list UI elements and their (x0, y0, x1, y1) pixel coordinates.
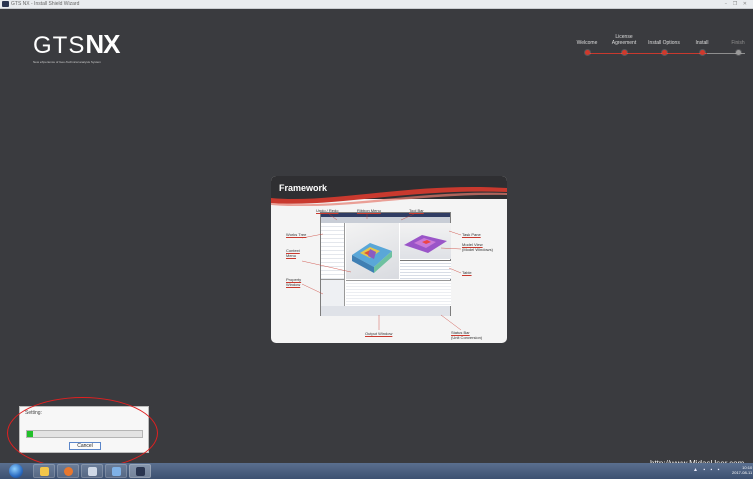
step-install-options: Install Options (644, 26, 684, 55)
step-dot (584, 50, 590, 55)
taskbar-installer[interactable] (129, 464, 151, 478)
windows-taskbar: ▲ ▪ ▪ ▪ 10:10 2017-08-11 (0, 463, 753, 479)
callout-status-bar-sub: (Unit Conversion) (451, 335, 483, 340)
system-tray[interactable]: ▲ ▪ ▪ ▪ (693, 467, 721, 473)
callout-undo-redo: Undo / Redo (316, 208, 339, 213)
taskbar-setup[interactable] (81, 464, 103, 478)
step-dot (661, 50, 667, 55)
progress-dialog: Setting: Cancel (19, 406, 149, 453)
logo-nx: NX (85, 29, 120, 59)
taskbar-app[interactable] (105, 464, 127, 478)
callout-output-window: Output Window (365, 331, 393, 336)
app-icon (2, 1, 9, 7)
step-install: Install (682, 26, 722, 55)
progress-label: Setting: (25, 410, 42, 416)
step-label: Welcome (576, 40, 598, 46)
step-label: Finish (731, 40, 745, 46)
setup-icon (88, 467, 97, 476)
window-titlebar: GTS NX - Install Shield Wizard – ❐ ✕ (0, 0, 753, 9)
callout-ribbon-menu: Ribbon Menu (357, 208, 381, 213)
app-icon (112, 467, 121, 476)
step-dot (699, 50, 705, 55)
clock[interactable]: 10:10 2017-08-11 (732, 465, 752, 475)
callout-works-tree: Works Tree (286, 232, 307, 237)
cancel-button[interactable]: Cancel (69, 442, 101, 450)
firefox-icon (64, 467, 73, 476)
step-finish: Finish (718, 26, 753, 55)
start-button[interactable] (9, 464, 23, 478)
progress-bar (26, 430, 143, 438)
callout-leaders (301, 213, 462, 331)
taskbar-firefox[interactable] (57, 464, 79, 478)
step-license: License Agreement (604, 26, 644, 55)
taskbar-explorer[interactable] (33, 464, 55, 478)
install-steps: Welcome License Agreement Install Option… (575, 26, 753, 61)
logo-subtitle: New eXperience of Geo-Technical analysis… (33, 60, 101, 64)
framework-card: Framework Undo / Redo Ribbon Menu Tool B… (271, 176, 507, 343)
step-label: License Agreement (611, 34, 637, 46)
gtsnx-logo: GTSNX New eXperience of Geo-Technical an… (33, 29, 120, 64)
logo-gts: GTS (33, 32, 86, 59)
installer-window: GTSNX New eXperience of Geo-Technical an… (0, 9, 753, 468)
step-label: Install Options (648, 40, 680, 46)
step-dot (735, 50, 741, 55)
window-controls[interactable]: – ❐ ✕ (725, 1, 749, 8)
window-title: GTS NX - Install Shield Wizard (11, 1, 80, 7)
progress-fill (27, 431, 33, 437)
step-label: Install (695, 40, 709, 46)
explorer-icon (40, 467, 49, 476)
callout-model-view-sub: (Model Windows) (462, 247, 493, 252)
callout-task-pane: Task Pane (462, 232, 481, 237)
step-welcome: Welcome (567, 26, 607, 55)
step-dot (621, 50, 627, 55)
installer-icon (136, 467, 145, 476)
callout-property-window: Window (286, 282, 301, 287)
callout-table: Table (462, 270, 472, 275)
callout-tool-bar: Tool Bar (409, 208, 424, 213)
callout-context-menu: Menu (286, 253, 297, 258)
clock-date: 2017-08-11 (732, 470, 753, 475)
